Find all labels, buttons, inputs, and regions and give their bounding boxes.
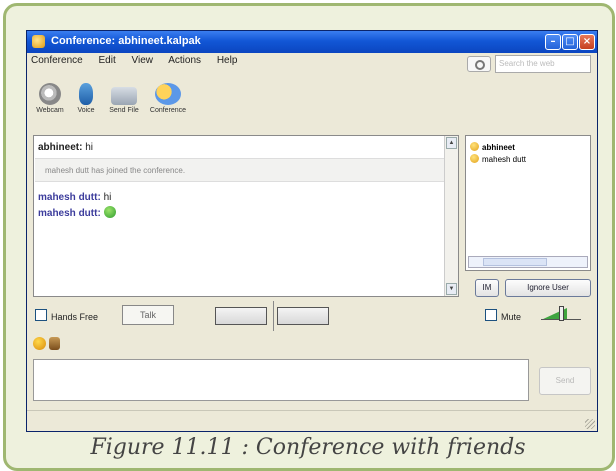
participant-item[interactable]: abhineet: [470, 142, 515, 152]
participant-name: mahesh dutt: [482, 155, 527, 164]
nudge-icon[interactable]: [49, 337, 60, 350]
mute-checkbox[interactable]: [485, 309, 497, 321]
message-input[interactable]: [33, 359, 529, 401]
menu-edit[interactable]: Edit: [98, 55, 115, 66]
conference-icon: [155, 83, 181, 105]
volume-slider[interactable]: [541, 306, 581, 322]
resize-grip-icon[interactable]: [585, 419, 595, 429]
hands-free-checkbox[interactable]: [35, 309, 47, 321]
system-message: mahesh dutt has joined the conference.: [35, 158, 457, 182]
im-button[interactable]: IM: [475, 279, 499, 297]
message-sender: mahesh dutt:: [38, 208, 101, 219]
maximize-button[interactable]: □: [562, 34, 578, 50]
message-sender: mahesh dutt:: [38, 192, 101, 203]
message-sender: abhineet:: [38, 142, 83, 153]
voice-divider: [273, 301, 274, 331]
send-file-icon: [111, 87, 137, 105]
talk-button[interactable]: Talk: [122, 305, 174, 325]
send-file-button[interactable]: Send File: [107, 83, 141, 114]
ignore-user-button[interactable]: Ignore User: [505, 279, 591, 297]
chat-scrollbar[interactable]: ▲ ▼: [444, 136, 458, 296]
voice-level-right: [277, 307, 329, 325]
participant-name: abhineet: [482, 143, 515, 152]
participant-hscrollbar[interactable]: [468, 256, 588, 268]
chat-message: abhineet: hi: [38, 142, 93, 153]
volume-knob[interactable]: [559, 306, 564, 321]
webcam-label: Webcam: [36, 107, 64, 114]
menu-conference[interactable]: Conference: [31, 55, 83, 66]
scroll-down-icon[interactable]: ▼: [446, 283, 457, 295]
send-file-label: Send File: [109, 107, 139, 114]
title-bar[interactable]: Conference: abhineet.kalpak – □ ×: [27, 31, 597, 53]
message-text: hi: [85, 142, 94, 153]
send-button[interactable]: Send: [539, 367, 591, 395]
menu-view[interactable]: View: [132, 55, 154, 66]
scroll-thumb[interactable]: [483, 258, 547, 266]
menu-actions[interactable]: Actions: [168, 55, 201, 66]
window-title: Conference: abhineet.kalpak: [51, 35, 201, 47]
emoticon-bar: [33, 335, 63, 354]
web-search: Search the web: [467, 55, 591, 73]
chat-message: mahesh dutt:: [38, 206, 116, 219]
voice-label: Voice: [77, 107, 95, 114]
participant-item[interactable]: mahesh dutt: [470, 154, 526, 164]
participant-list: abhineet mahesh dutt: [465, 135, 591, 271]
voice-level-left: [215, 307, 267, 325]
user-status-icon: [470, 142, 479, 151]
hands-free-label: Hands Free: [51, 312, 99, 322]
mute-label: Mute: [501, 312, 522, 322]
minimize-button[interactable]: –: [545, 34, 561, 50]
chat-message: mahesh dutt: hi: [38, 192, 111, 203]
microphone-icon: [79, 83, 93, 105]
search-input[interactable]: Search the web: [495, 55, 591, 73]
search-icon[interactable]: [467, 56, 491, 72]
menu-bar: Conference Edit View Actions Help: [31, 55, 250, 73]
scroll-up-icon[interactable]: ▲: [446, 137, 457, 149]
conference-label: Conference: [149, 107, 187, 114]
status-bar: [27, 410, 597, 431]
message-text: hi: [103, 192, 112, 203]
voice-button[interactable]: Voice: [69, 83, 103, 114]
user-status-icon: [470, 154, 479, 163]
voice-controls: Hands Free Talk Mute: [27, 301, 597, 331]
webcam-icon: [39, 83, 61, 105]
close-button[interactable]: ×: [579, 34, 595, 50]
hands-free-toggle[interactable]: Hands Free: [35, 309, 98, 322]
conference-button[interactable]: Conference: [147, 83, 189, 114]
conference-window: Conference: abhineet.kalpak – □ × Confer…: [26, 30, 598, 432]
menu-help[interactable]: Help: [217, 55, 238, 66]
emoticon-icon[interactable]: [33, 337, 46, 350]
figure-caption: Figure 11.11 : Conference with friends: [90, 435, 526, 460]
messenger-icon: [32, 35, 45, 48]
smiley-emoticon-icon: [103, 206, 116, 218]
webcam-button[interactable]: Webcam: [33, 83, 67, 114]
mute-toggle[interactable]: Mute: [485, 309, 521, 322]
chat-transcript[interactable]: abhineet: hi mahesh dutt has joined the …: [33, 135, 459, 297]
